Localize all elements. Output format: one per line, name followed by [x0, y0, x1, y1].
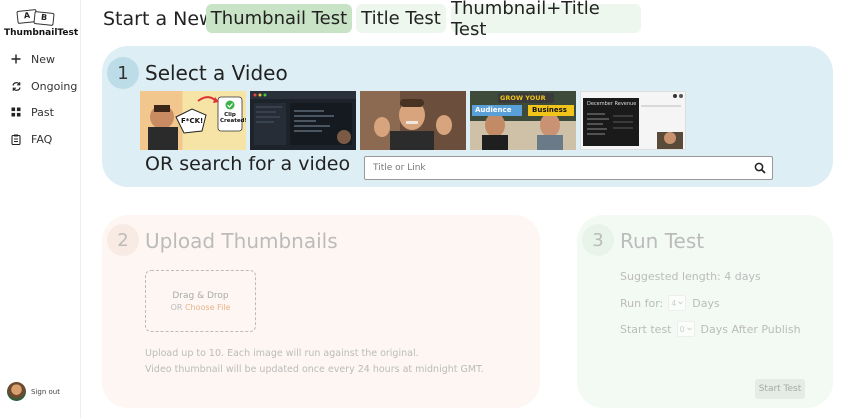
thumbnail-caption: Clip Created!	[220, 112, 246, 124]
choose-file-row: OR Choose File	[146, 303, 255, 312]
video-thumbnail-1[interactable]: F*CK! Clip Created!	[140, 91, 246, 150]
step-title: Select a Video	[145, 61, 288, 85]
start-test-row: Start test 0 Days After Publish	[620, 321, 801, 337]
search-input[interactable]	[373, 157, 743, 179]
step-number: 2	[107, 224, 139, 256]
start-test-button[interactable]: Start Test	[755, 379, 805, 399]
step-number: 1	[107, 57, 139, 89]
sidebar-item-label: Past	[31, 105, 54, 119]
choose-file-link[interactable]: Choose File	[185, 303, 230, 312]
start-delay-select[interactable]: 0	[676, 321, 695, 337]
video-thumbnail-2[interactable]	[250, 91, 356, 150]
run-for-value: 4	[671, 298, 677, 308]
refresh-icon	[10, 80, 22, 92]
sign-out-label: Sign out	[31, 387, 60, 396]
drop-label: Drag & Drop	[172, 291, 229, 301]
brand-name: ThumbnailTest	[4, 28, 79, 38]
upload-note: Upload up to 10. Each image will run aga…	[145, 348, 419, 359]
sidebar-item-past[interactable]: Past	[10, 103, 54, 121]
sidebar-item-label: New	[31, 52, 55, 66]
thumbnail-dropzone[interactable]: Drag & Drop OR Choose File	[145, 270, 256, 332]
sidebar-item-label: FAQ	[31, 132, 53, 146]
start-new-label: Start a New:	[103, 8, 220, 30]
mode-title-test-button[interactable]: Title Test	[356, 4, 446, 33]
suggested-length: Suggested length: 4 days	[620, 270, 761, 283]
thumbnail-caption: GROW YOUR	[500, 94, 546, 102]
update-note: Video thumbnail will be updated once eve…	[145, 364, 484, 375]
or-text: OR	[170, 303, 183, 312]
thumbnail-caption: F*CK!	[181, 117, 204, 125]
thumbnail-caption: December Revenue	[587, 101, 637, 107]
sidebar-item-new[interactable]: New	[10, 50, 55, 68]
video-thumbnail-3[interactable]	[360, 91, 466, 150]
after-publish-label: Days After Publish	[700, 322, 801, 336]
sidebar: A B ThumbnailTest New Ongoing Past FAQ S…	[0, 0, 81, 418]
start-delay-value: 0	[679, 324, 685, 334]
thumbnail-caption: Business	[532, 106, 567, 114]
step-run-test: 3 Run Test Suggested length: 4 days Run …	[577, 215, 833, 408]
step-title: Upload Thumbnails	[145, 229, 338, 253]
sidebar-item-ongoing[interactable]: Ongoing	[10, 77, 77, 95]
chevron-down-icon	[678, 301, 684, 305]
run-for-label: Run for:	[620, 296, 664, 310]
thumbnail-image	[250, 91, 356, 145]
run-for-select[interactable]: 4	[668, 295, 687, 311]
sidebar-item-faq[interactable]: FAQ	[10, 130, 52, 148]
avatar	[7, 382, 26, 401]
step-number: 3	[582, 224, 614, 256]
video-thumbnail-5[interactable]: December Revenue	[580, 91, 686, 150]
clipboard-icon	[10, 133, 22, 145]
or-search-label: OR search for a video	[145, 153, 351, 175]
video-thumbnail-4[interactable]: GROW YOUR Audience Business	[470, 91, 576, 150]
logo[interactable]: A B	[16, 8, 57, 27]
step-title: Run Test	[620, 229, 705, 253]
sidebar-item-label: Ongoing	[31, 79, 78, 93]
sign-out-button[interactable]: Sign out	[7, 382, 60, 401]
run-for-row: Run for: 4 Days	[620, 295, 720, 311]
step-upload-thumbnails: 2 Upload Thumbnails Drag & Drop OR Choos…	[102, 215, 540, 408]
mode-thumbnail-test-button[interactable]: Thumbnail Test	[206, 4, 352, 33]
search-icon[interactable]	[754, 162, 766, 174]
mode-thumbnail-title-test-button[interactable]: Thumbnail+Title Test	[451, 0, 641, 40]
start-test-label: Start test	[620, 322, 672, 336]
days-label: Days	[692, 296, 720, 310]
search-box	[364, 156, 773, 180]
plus-icon	[10, 53, 22, 65]
grid-icon	[10, 106, 22, 118]
chevron-down-icon	[686, 327, 692, 331]
step-select-video: 1 Select a Video F*CK! Clip Created! GRO…	[102, 46, 833, 187]
thumbnail-image	[360, 91, 466, 150]
logo-card-b: B	[33, 10, 55, 27]
thumbnail-caption: Audience	[475, 106, 512, 114]
